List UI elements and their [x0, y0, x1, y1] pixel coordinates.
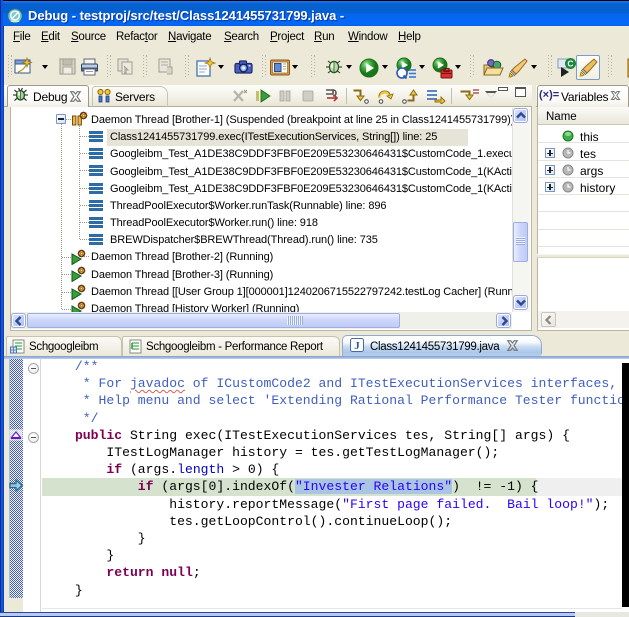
- svg-text:J: J: [354, 340, 360, 352]
- svg-text:C: C: [567, 59, 573, 69]
